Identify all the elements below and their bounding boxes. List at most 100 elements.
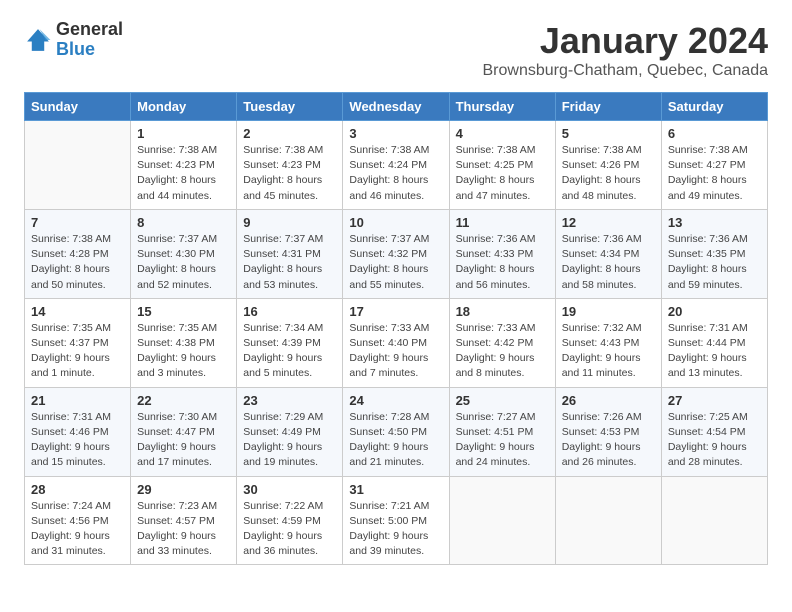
logo-text: General Blue bbox=[56, 20, 123, 60]
calendar-week-row: 21 Sunrise: 7:31 AMSunset: 4:46 PMDayligh… bbox=[25, 387, 768, 476]
day-info: Sunrise: 7:26 AMSunset: 4:53 PMDaylight:… bbox=[562, 410, 655, 471]
day-number: 26 bbox=[562, 393, 655, 408]
calendar-cell: 14Sunrise: 7:35 AMSunset: 4:37 PMDayligh… bbox=[25, 298, 131, 387]
day-number: 16 bbox=[243, 304, 336, 319]
calendar-cell: 23Sunrise: 7:29 AMSunset: 4:49 PMDayligh… bbox=[237, 387, 343, 476]
day-info: Sunrise: 7:35 AMSunset: 4:38 PMDaylight:… bbox=[137, 321, 230, 382]
calendar-cell: 4 Sunrise: 7:38 AMSunset: 4:25 PMDaylight… bbox=[449, 121, 555, 210]
calendar-cell: 9 Sunrise: 7:37 AMSunset: 4:31 PMDaylight… bbox=[237, 209, 343, 298]
calendar-cell: 24 Sunrise: 7:28 AMSunset: 4:50 PMDayligh… bbox=[343, 387, 449, 476]
calendar-cell bbox=[555, 476, 661, 565]
day-info: Sunrise: 7:37 AMSunset: 4:30 PMDaylight:… bbox=[137, 232, 230, 293]
day-info: Sunrise: 7:33 AMSunset: 4:40 PMDaylight:… bbox=[349, 321, 442, 382]
calendar-cell bbox=[25, 121, 131, 210]
day-number: 19 bbox=[562, 304, 655, 319]
calendar-cell: 26 Sunrise: 7:26 AMSunset: 4:53 PMDayligh… bbox=[555, 387, 661, 476]
day-info: Sunrise: 7:21 AMSunset: 5:00 PMDaylight:… bbox=[349, 499, 442, 560]
day-number: 22 bbox=[137, 393, 230, 408]
day-info: Sunrise: 7:34 AMSunset: 4:39 PMDaylight:… bbox=[243, 321, 336, 382]
logo-icon bbox=[24, 26, 52, 54]
day-number: 7 bbox=[31, 215, 124, 230]
calendar-cell: 13Sunrise: 7:36 AMSunset: 4:35 PMDayligh… bbox=[661, 209, 767, 298]
day-info: Sunrise: 7:22 AMSunset: 4:59 PMDaylight:… bbox=[243, 499, 336, 560]
day-info: Sunrise: 7:38 AMSunset: 4:28 PMDaylight:… bbox=[31, 232, 124, 293]
day-number: 30 bbox=[243, 482, 336, 497]
weekday-header-row: SundayMondayTuesdayWednesdayThursdayFrid… bbox=[25, 93, 768, 121]
weekday-header-thursday: Thursday bbox=[449, 93, 555, 121]
day-info: Sunrise: 7:23 AMSunset: 4:57 PMDaylight:… bbox=[137, 499, 230, 560]
day-number: 25 bbox=[456, 393, 549, 408]
calendar-cell: 22 Sunrise: 7:30 AMSunset: 4:47 PMDayligh… bbox=[131, 387, 237, 476]
calendar-cell: 25Sunrise: 7:27 AMSunset: 4:51 PMDayligh… bbox=[449, 387, 555, 476]
calendar-cell: 11Sunrise: 7:36 AMSunset: 4:33 PMDayligh… bbox=[449, 209, 555, 298]
day-number: 17 bbox=[349, 304, 442, 319]
day-info: Sunrise: 7:38 AMSunset: 4:23 PMDaylight:… bbox=[137, 143, 230, 204]
day-info: Sunrise: 7:36 AMSunset: 4:34 PMDaylight:… bbox=[562, 232, 655, 293]
day-number: 24 bbox=[349, 393, 442, 408]
weekday-header-tuesday: Tuesday bbox=[237, 93, 343, 121]
weekday-header-sunday: Sunday bbox=[25, 93, 131, 121]
calendar-week-row: 1 Sunrise: 7:38 AMSunset: 4:23 PMDaylight… bbox=[25, 121, 768, 210]
day-info: Sunrise: 7:37 AMSunset: 4:31 PMDaylight:… bbox=[243, 232, 336, 293]
day-number: 9 bbox=[243, 215, 336, 230]
day-number: 27 bbox=[668, 393, 761, 408]
day-info: Sunrise: 7:28 AMSunset: 4:50 PMDaylight:… bbox=[349, 410, 442, 471]
day-number: 3 bbox=[349, 126, 442, 141]
calendar-cell: 20 Sunrise: 7:31 AMSunset: 4:44 PMDayligh… bbox=[661, 298, 767, 387]
calendar-cell: 28 Sunrise: 7:24 AMSunset: 4:56 PMDayligh… bbox=[25, 476, 131, 565]
calendar-cell: 31 Sunrise: 7:21 AMSunset: 5:00 PMDayligh… bbox=[343, 476, 449, 565]
day-number: 28 bbox=[31, 482, 124, 497]
calendar-cell: 27 Sunrise: 7:25 AMSunset: 4:54 PMDayligh… bbox=[661, 387, 767, 476]
title-area: January 2024 Brownsburg-Chatham, Quebec,… bbox=[483, 20, 769, 80]
logo-blue-text: Blue bbox=[56, 40, 123, 60]
day-info: Sunrise: 7:31 AMSunset: 4:46 PMDaylight:… bbox=[31, 410, 124, 471]
weekday-header-monday: Monday bbox=[131, 93, 237, 121]
day-info: Sunrise: 7:38 AMSunset: 4:23 PMDaylight:… bbox=[243, 143, 336, 204]
day-number: 18 bbox=[456, 304, 549, 319]
calendar-cell: 15 Sunrise: 7:35 AMSunset: 4:38 PMDayligh… bbox=[131, 298, 237, 387]
day-number: 10 bbox=[349, 215, 442, 230]
calendar-cell: 29 Sunrise: 7:23 AMSunset: 4:57 PMDayligh… bbox=[131, 476, 237, 565]
calendar-cell: 12 Sunrise: 7:36 AMSunset: 4:34 PMDayligh… bbox=[555, 209, 661, 298]
calendar-cell bbox=[449, 476, 555, 565]
day-info: Sunrise: 7:32 AMSunset: 4:43 PMDaylight:… bbox=[562, 321, 655, 382]
day-number: 2 bbox=[243, 126, 336, 141]
day-number: 20 bbox=[668, 304, 761, 319]
day-info: Sunrise: 7:25 AMSunset: 4:54 PMDaylight:… bbox=[668, 410, 761, 471]
location-title: Brownsburg-Chatham, Quebec, Canada bbox=[483, 62, 769, 80]
calendar-cell: 5Sunrise: 7:38 AMSunset: 4:26 PMDaylight… bbox=[555, 121, 661, 210]
calendar-cell: 18 Sunrise: 7:33 AMSunset: 4:42 PMDayligh… bbox=[449, 298, 555, 387]
calendar-cell bbox=[661, 476, 767, 565]
logo: General Blue bbox=[24, 20, 123, 60]
calendar-cell: 3 Sunrise: 7:38 AMSunset: 4:24 PMDaylight… bbox=[343, 121, 449, 210]
logo-general-text: General bbox=[56, 20, 123, 40]
day-info: Sunrise: 7:38 AMSunset: 4:25 PMDaylight:… bbox=[456, 143, 549, 204]
day-number: 6 bbox=[668, 126, 761, 141]
calendar-week-row: 28 Sunrise: 7:24 AMSunset: 4:56 PMDayligh… bbox=[25, 476, 768, 565]
day-number: 29 bbox=[137, 482, 230, 497]
day-number: 4 bbox=[456, 126, 549, 141]
day-number: 15 bbox=[137, 304, 230, 319]
weekday-header-wednesday: Wednesday bbox=[343, 93, 449, 121]
day-info: Sunrise: 7:38 AMSunset: 4:24 PMDaylight:… bbox=[349, 143, 442, 204]
day-number: 11 bbox=[456, 215, 549, 230]
day-info: Sunrise: 7:31 AMSunset: 4:44 PMDaylight:… bbox=[668, 321, 761, 382]
day-info: Sunrise: 7:36 AMSunset: 4:35 PMDaylight:… bbox=[668, 232, 761, 293]
day-info: Sunrise: 7:38 AMSunset: 4:26 PMDaylight:… bbox=[562, 143, 655, 204]
day-info: Sunrise: 7:35 AMSunset: 4:37 PMDaylight:… bbox=[31, 321, 124, 382]
day-info: Sunrise: 7:33 AMSunset: 4:42 PMDaylight:… bbox=[456, 321, 549, 382]
day-number: 8 bbox=[137, 215, 230, 230]
calendar-cell: 7 Sunrise: 7:38 AMSunset: 4:28 PMDaylight… bbox=[25, 209, 131, 298]
day-number: 12 bbox=[562, 215, 655, 230]
calendar-cell: 1 Sunrise: 7:38 AMSunset: 4:23 PMDaylight… bbox=[131, 121, 237, 210]
day-info: Sunrise: 7:24 AMSunset: 4:56 PMDaylight:… bbox=[31, 499, 124, 560]
day-number: 21 bbox=[31, 393, 124, 408]
day-number: 1 bbox=[137, 126, 230, 141]
calendar-body: 1 Sunrise: 7:38 AMSunset: 4:23 PMDaylight… bbox=[25, 121, 768, 565]
calendar-cell: 19 Sunrise: 7:32 AMSunset: 4:43 PMDayligh… bbox=[555, 298, 661, 387]
day-info: Sunrise: 7:37 AMSunset: 4:32 PMDaylight:… bbox=[349, 232, 442, 293]
day-number: 31 bbox=[349, 482, 442, 497]
calendar-table: SundayMondayTuesdayWednesdayThursdayFrid… bbox=[24, 92, 768, 565]
day-info: Sunrise: 7:30 AMSunset: 4:47 PMDaylight:… bbox=[137, 410, 230, 471]
header: General Blue January 2024 Brownsburg-Cha… bbox=[24, 20, 768, 80]
